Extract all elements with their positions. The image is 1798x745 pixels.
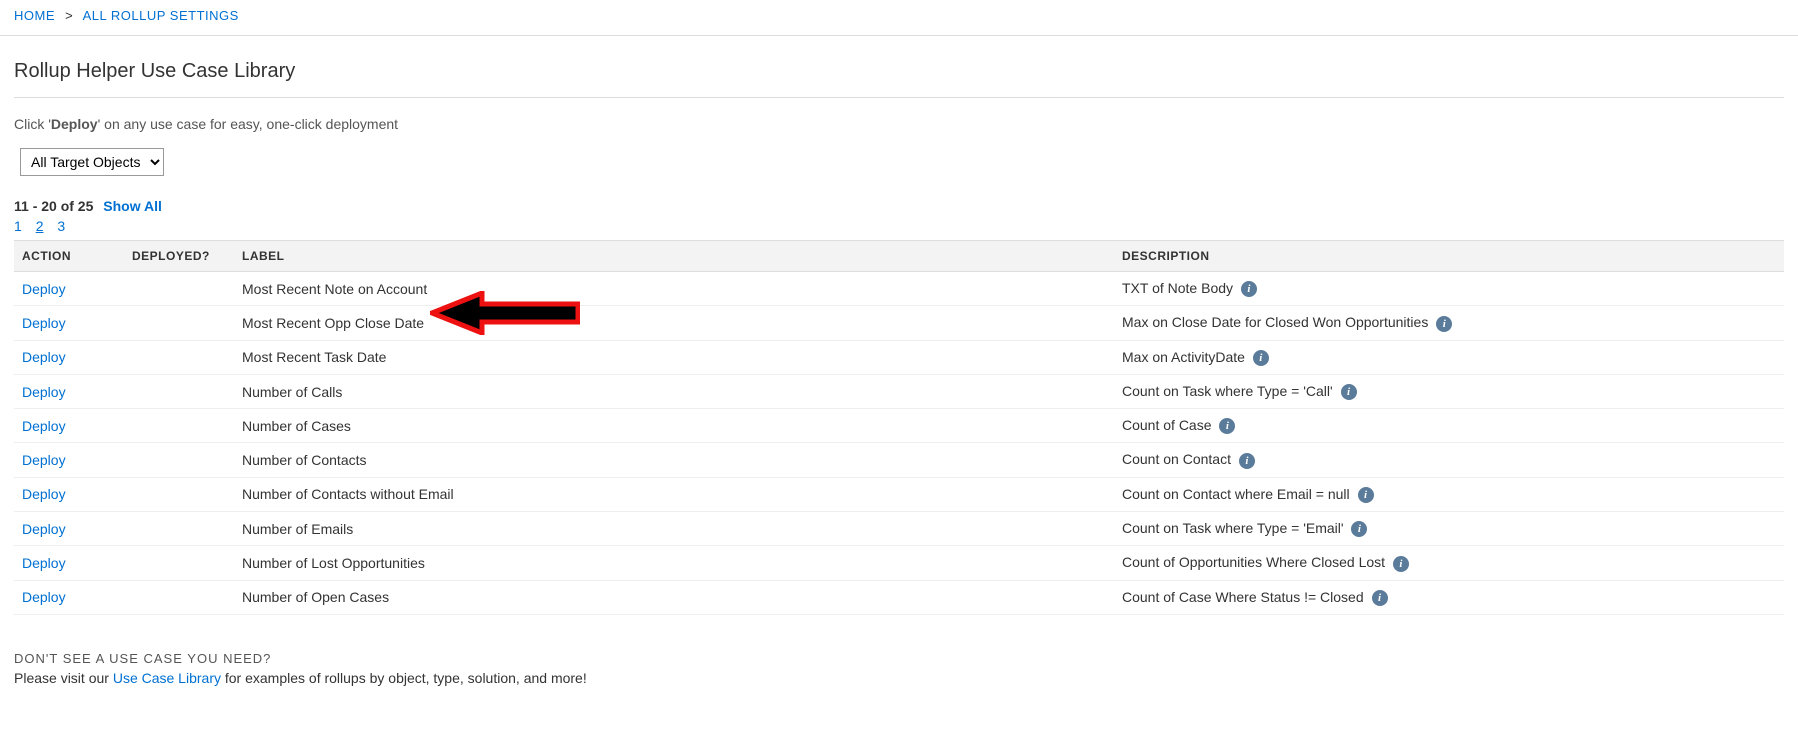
description-cell: Count of Opportunities Where Closed Lost… xyxy=(1114,546,1784,580)
instruction-bold: Deploy xyxy=(51,116,98,132)
footer-link-use-case-library[interactable]: Use Case Library xyxy=(113,670,221,686)
instruction-prefix: Click ' xyxy=(14,116,51,132)
description-text: Count of Case Where Status != Closed xyxy=(1122,589,1364,605)
deploy-link[interactable]: Deploy xyxy=(22,384,66,400)
instruction-text: Click 'Deploy' on any use case for easy,… xyxy=(14,116,1784,132)
footer-text: Please visit our Use Case Library for ex… xyxy=(14,670,1784,686)
footer-heading: DON'T SEE A USE CASE YOU NEED? xyxy=(14,651,1784,666)
description-text: Max on Close Date for Closed Won Opportu… xyxy=(1122,314,1428,330)
info-icon[interactable]: i xyxy=(1436,316,1452,332)
deployed-cell xyxy=(124,477,234,511)
divider xyxy=(0,35,1798,36)
deploy-link[interactable]: Deploy xyxy=(22,418,66,434)
footer-suffix: for examples of rollups by object, type,… xyxy=(221,670,587,686)
deploy-link[interactable]: Deploy xyxy=(22,281,66,297)
col-header-action: ACTION xyxy=(14,241,124,272)
deploy-link[interactable]: Deploy xyxy=(22,452,66,468)
label-cell: Most Recent Opp Close Date xyxy=(234,306,1114,340)
target-object-filter[interactable]: All Target Objects xyxy=(20,148,164,176)
table-row: DeployNumber of CasesCount of Case i xyxy=(14,409,1784,443)
deployed-cell xyxy=(124,580,234,614)
breadcrumb-home[interactable]: HOME xyxy=(14,8,55,23)
description-cell: Max on ActivityDate i xyxy=(1114,340,1784,374)
table-row: DeployMost Recent Note on AccountTXT of … xyxy=(14,272,1784,306)
page-2[interactable]: 2 xyxy=(36,218,44,234)
deploy-link[interactable]: Deploy xyxy=(22,521,66,537)
breadcrumb: HOME > ALL ROLLUP SETTINGS xyxy=(0,0,1798,31)
label-cell: Most Recent Note on Account xyxy=(234,272,1114,306)
label-cell: Most Recent Task Date xyxy=(234,340,1114,374)
label-cell: Number of Emails xyxy=(234,512,1114,546)
description-text: Count on Contact xyxy=(1122,451,1231,467)
deployed-cell xyxy=(124,409,234,443)
deploy-link[interactable]: Deploy xyxy=(22,349,66,365)
info-icon[interactable]: i xyxy=(1358,487,1374,503)
description-cell: Max on Close Date for Closed Won Opportu… xyxy=(1114,306,1784,340)
col-header-deployed: DEPLOYED? xyxy=(124,241,234,272)
table-row: DeployNumber of Open CasesCount of Case … xyxy=(14,580,1784,614)
label-cell: Number of Cases xyxy=(234,409,1114,443)
description-cell: Count on Contact i xyxy=(1114,443,1784,477)
deploy-link[interactable]: Deploy xyxy=(22,555,66,571)
info-icon[interactable]: i xyxy=(1372,590,1388,606)
breadcrumb-all-rollup-settings[interactable]: ALL ROLLUP SETTINGS xyxy=(83,8,239,23)
deployed-cell xyxy=(124,306,234,340)
description-text: Max on ActivityDate xyxy=(1122,349,1245,365)
deploy-link[interactable]: Deploy xyxy=(22,315,66,331)
deployed-cell xyxy=(124,374,234,408)
breadcrumb-sep: > xyxy=(65,8,73,23)
table-row: DeployNumber of EmailsCount on Task wher… xyxy=(14,512,1784,546)
description-text: Count on Task where Type = 'Call' xyxy=(1122,383,1333,399)
info-icon[interactable]: i xyxy=(1253,350,1269,366)
description-text: TXT of Note Body xyxy=(1122,280,1233,296)
pager-range: 11 - 20 of 25 xyxy=(14,198,93,214)
deploy-link[interactable]: Deploy xyxy=(22,589,66,605)
label-cell: Number of Calls xyxy=(234,374,1114,408)
label-cell: Number of Lost Opportunities xyxy=(234,546,1114,580)
description-cell: Count of Case i xyxy=(1114,409,1784,443)
instruction-suffix: ' on any use case for easy, one-click de… xyxy=(98,116,398,132)
description-text: Count on Task where Type = 'Email' xyxy=(1122,520,1344,536)
label-cell: Number of Contacts without Email xyxy=(234,477,1114,511)
footer-prefix: Please visit our xyxy=(14,670,113,686)
deployed-cell xyxy=(124,512,234,546)
pager-pages: 1 2 3 xyxy=(14,218,1784,234)
deploy-link[interactable]: Deploy xyxy=(22,486,66,502)
table-row: DeployNumber of Lost OpportunitiesCount … xyxy=(14,546,1784,580)
page-title: Rollup Helper Use Case Library xyxy=(14,60,1784,83)
info-icon[interactable]: i xyxy=(1241,281,1257,297)
description-cell: Count on Contact where Email = null i xyxy=(1114,477,1784,511)
description-text: Count on Contact where Email = null xyxy=(1122,486,1350,502)
description-text: Count of Opportunities Where Closed Lost xyxy=(1122,554,1385,570)
deployed-cell xyxy=(124,546,234,580)
col-header-label: LABEL xyxy=(234,241,1114,272)
info-icon[interactable]: i xyxy=(1219,418,1235,434)
page-3[interactable]: 3 xyxy=(57,218,65,234)
description-cell: Count on Task where Type = 'Email' i xyxy=(1114,512,1784,546)
label-cell: Number of Open Cases xyxy=(234,580,1114,614)
description-cell: Count on Task where Type = 'Call' i xyxy=(1114,374,1784,408)
table-row: DeployNumber of Contacts without EmailCo… xyxy=(14,477,1784,511)
deployed-cell xyxy=(124,443,234,477)
use-case-table: ACTION DEPLOYED? LABEL DESCRIPTION Deplo… xyxy=(14,240,1784,615)
description-cell: TXT of Note Body i xyxy=(1114,272,1784,306)
table-row: DeployNumber of ContactsCount on Contact… xyxy=(14,443,1784,477)
pager: 11 - 20 of 25 Show All 1 2 3 xyxy=(14,198,1784,234)
description-cell: Count of Case Where Status != Closed i xyxy=(1114,580,1784,614)
show-all-link[interactable]: Show All xyxy=(103,198,162,214)
deployed-cell xyxy=(124,340,234,374)
info-icon[interactable]: i xyxy=(1393,556,1409,572)
col-header-description: DESCRIPTION xyxy=(1114,241,1784,272)
deployed-cell xyxy=(124,272,234,306)
info-icon[interactable]: i xyxy=(1351,521,1367,537)
info-icon[interactable]: i xyxy=(1239,453,1255,469)
label-cell: Number of Contacts xyxy=(234,443,1114,477)
table-row: DeployMost Recent Task DateMax on Activi… xyxy=(14,340,1784,374)
description-text: Count of Case xyxy=(1122,417,1212,433)
divider xyxy=(14,97,1784,98)
table-row: DeployNumber of CallsCount on Task where… xyxy=(14,374,1784,408)
info-icon[interactable]: i xyxy=(1341,384,1357,400)
table-row: Deploy Most Recent Opp Close Date Max on C… xyxy=(14,306,1784,340)
page-1[interactable]: 1 xyxy=(14,218,22,234)
